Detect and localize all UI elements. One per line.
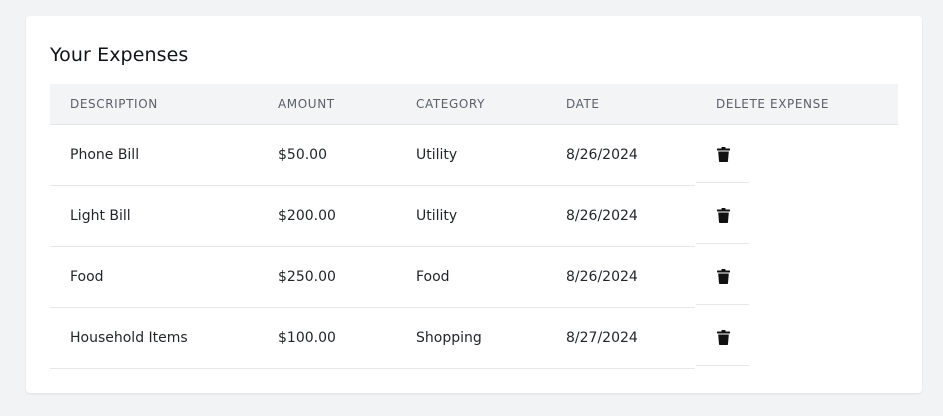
expense-description: Household Items <box>70 330 188 346</box>
row-divider <box>696 243 749 244</box>
expense-description: Food <box>70 269 104 285</box>
expenses-card: Your Expenses DESCRIPTION AMOUNT CATEGOR… <box>26 16 922 393</box>
delete-expense-button[interactable] <box>710 141 736 167</box>
table-row: Phone Bill $50.00 Utility 8/26/2024 <box>50 125 898 186</box>
expense-category: Utility <box>416 208 458 224</box>
expense-date: 8/26/2024 <box>566 208 638 224</box>
column-header-category: CATEGORY <box>416 97 486 111</box>
column-header-date: DATE <box>566 97 600 111</box>
trash-icon <box>716 268 730 284</box>
expense-amount: $250.00 <box>278 269 336 285</box>
page-title: Your Expenses <box>50 44 189 66</box>
expense-amount: $50.00 <box>278 147 327 163</box>
trash-icon <box>716 207 730 223</box>
expense-category: Utility <box>416 147 458 163</box>
trash-icon <box>716 329 730 345</box>
expense-category: Shopping <box>416 330 482 346</box>
expense-description: Light Bill <box>70 208 131 224</box>
table-header: DESCRIPTION AMOUNT CATEGORY DATE DELETE … <box>50 84 898 125</box>
delete-expense-button[interactable] <box>710 263 736 289</box>
column-header-description: DESCRIPTION <box>70 97 158 111</box>
row-divider <box>696 304 749 305</box>
expenses-table-body: Phone Bill $50.00 Utility 8/26/2024 Ligh… <box>50 125 898 369</box>
delete-expense-button[interactable] <box>710 202 736 228</box>
expense-amount: $100.00 <box>278 330 336 346</box>
row-divider <box>696 365 749 366</box>
trash-icon <box>716 146 730 162</box>
column-header-amount: AMOUNT <box>278 97 335 111</box>
delete-expense-button[interactable] <box>710 324 736 350</box>
table-row: Household Items $100.00 Shopping 8/27/20… <box>50 308 898 369</box>
table-row: Light Bill $200.00 Utility 8/26/2024 <box>50 186 898 247</box>
row-divider <box>696 182 749 183</box>
table-row: Food $250.00 Food 8/26/2024 <box>50 247 898 308</box>
expense-date: 8/26/2024 <box>566 269 638 285</box>
column-header-delete: DELETE EXPENSE <box>716 97 830 111</box>
expense-amount: $200.00 <box>278 208 336 224</box>
row-divider <box>50 368 695 369</box>
expense-category: Food <box>416 269 450 285</box>
expense-date: 8/27/2024 <box>566 330 638 346</box>
expense-date: 8/26/2024 <box>566 147 638 163</box>
expense-description: Phone Bill <box>70 147 140 163</box>
